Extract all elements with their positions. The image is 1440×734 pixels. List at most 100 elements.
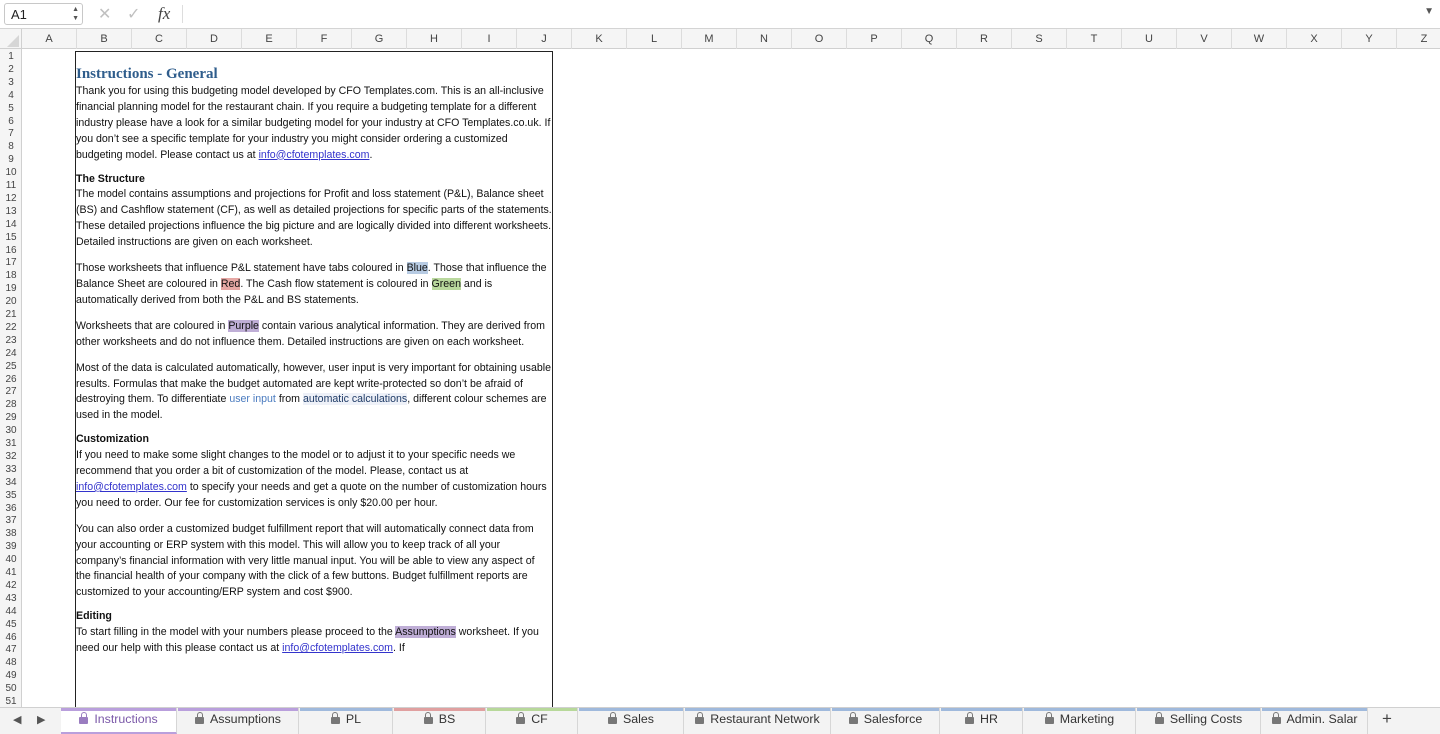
column-header-f[interactable]: F bbox=[297, 29, 352, 49]
row-header-44[interactable]: 44 bbox=[0, 605, 21, 618]
column-header-r[interactable]: R bbox=[957, 29, 1012, 49]
sheet-tab-assumptions[interactable]: Assumptions bbox=[178, 708, 299, 734]
row-header-46[interactable]: 46 bbox=[0, 631, 21, 644]
column-header-w[interactable]: W bbox=[1232, 29, 1287, 49]
row-header-7[interactable]: 7 bbox=[0, 127, 21, 140]
column-header-k[interactable]: K bbox=[572, 29, 627, 49]
expand-formula-icon[interactable]: ▼ bbox=[1424, 6, 1434, 17]
row-header-35[interactable]: 35 bbox=[0, 489, 21, 502]
column-header-a[interactable]: A bbox=[22, 29, 77, 49]
column-header-y[interactable]: Y bbox=[1342, 29, 1397, 49]
sheet-tab-bs[interactable]: BS bbox=[394, 708, 486, 734]
row-header-38[interactable]: 38 bbox=[0, 527, 21, 540]
row-header-29[interactable]: 29 bbox=[0, 411, 21, 424]
row-header-36[interactable]: 36 bbox=[0, 502, 21, 515]
column-header-u[interactable]: U bbox=[1122, 29, 1177, 49]
editing-email-link[interactable]: info@cfotemplates.com bbox=[282, 642, 393, 654]
column-header-s[interactable]: S bbox=[1012, 29, 1067, 49]
select-all-button[interactable] bbox=[0, 29, 22, 49]
row-header-3[interactable]: 3 bbox=[0, 76, 21, 89]
row-header-13[interactable]: 13 bbox=[0, 205, 21, 218]
row-header-43[interactable]: 43 bbox=[0, 592, 21, 605]
name-box[interactable]: A1 ▲ ▼ bbox=[4, 3, 83, 25]
row-header-27[interactable]: 27 bbox=[0, 385, 21, 398]
intro-email-link[interactable]: info@cfotemplates.com bbox=[259, 149, 370, 161]
row-header-11[interactable]: 11 bbox=[0, 179, 21, 192]
sheet-tab-pl[interactable]: PL bbox=[300, 708, 393, 734]
row-header-42[interactable]: 42 bbox=[0, 579, 21, 592]
row-header-28[interactable]: 28 bbox=[0, 398, 21, 411]
row-header-17[interactable]: 17 bbox=[0, 256, 21, 269]
confirm-icon[interactable]: ✓ bbox=[127, 4, 140, 24]
add-sheet-button[interactable]: + bbox=[1382, 709, 1392, 729]
column-header-m[interactable]: M bbox=[682, 29, 737, 49]
row-header-34[interactable]: 34 bbox=[0, 476, 21, 489]
row-header-40[interactable]: 40 bbox=[0, 553, 21, 566]
column-header-h[interactable]: H bbox=[407, 29, 462, 49]
sheet-tab-hr[interactable]: HR bbox=[941, 708, 1023, 734]
row-header-25[interactable]: 25 bbox=[0, 360, 21, 373]
row-header-1[interactable]: 1 bbox=[0, 50, 21, 63]
row-header-9[interactable]: 9 bbox=[0, 153, 21, 166]
column-header-o[interactable]: O bbox=[792, 29, 847, 49]
row-header-2[interactable]: 2 bbox=[0, 63, 21, 76]
row-header-23[interactable]: 23 bbox=[0, 334, 21, 347]
row-header-49[interactable]: 49 bbox=[0, 669, 21, 682]
column-header-q[interactable]: Q bbox=[902, 29, 957, 49]
column-header-v[interactable]: V bbox=[1177, 29, 1232, 49]
row-header-21[interactable]: 21 bbox=[0, 308, 21, 321]
row-header-22[interactable]: 22 bbox=[0, 321, 21, 334]
row-header-26[interactable]: 26 bbox=[0, 373, 21, 386]
column-header-j[interactable]: J bbox=[517, 29, 572, 49]
column-header-n[interactable]: N bbox=[737, 29, 792, 49]
row-header-41[interactable]: 41 bbox=[0, 566, 21, 579]
row-header-10[interactable]: 10 bbox=[0, 166, 21, 179]
row-header-47[interactable]: 47 bbox=[0, 643, 21, 656]
column-header-i[interactable]: I bbox=[462, 29, 517, 49]
function-icon[interactable]: fx bbox=[158, 4, 170, 24]
row-header-32[interactable]: 32 bbox=[0, 450, 21, 463]
row-header-30[interactable]: 30 bbox=[0, 424, 21, 437]
row-header-18[interactable]: 18 bbox=[0, 269, 21, 282]
sheet-tab-salesforce[interactable]: Salesforce bbox=[832, 708, 940, 734]
row-header-14[interactable]: 14 bbox=[0, 218, 21, 231]
sheet-tab-restaurant-network[interactable]: Restaurant Network bbox=[685, 708, 831, 734]
row-header-5[interactable]: 5 bbox=[0, 102, 21, 115]
sheet-tab-admin-salar[interactable]: Admin. Salar bbox=[1262, 708, 1368, 734]
row-header-45[interactable]: 45 bbox=[0, 618, 21, 631]
sheet-tab-selling-costs[interactable]: Selling Costs bbox=[1137, 708, 1261, 734]
row-header-51[interactable]: 51 bbox=[0, 695, 21, 707]
row-header-31[interactable]: 31 bbox=[0, 437, 21, 450]
column-header-z[interactable]: Z bbox=[1397, 29, 1440, 49]
row-header-50[interactable]: 50 bbox=[0, 682, 21, 695]
column-header-b[interactable]: B bbox=[77, 29, 132, 49]
row-header-6[interactable]: 6 bbox=[0, 115, 21, 128]
row-header-24[interactable]: 24 bbox=[0, 347, 21, 360]
column-header-c[interactable]: C bbox=[132, 29, 187, 49]
row-header-37[interactable]: 37 bbox=[0, 514, 21, 527]
row-header-39[interactable]: 39 bbox=[0, 540, 21, 553]
sheet-tab-cf[interactable]: CF bbox=[487, 708, 578, 734]
prev-sheet-icon[interactable]: ◀ bbox=[13, 713, 21, 726]
next-sheet-icon[interactable]: ▶ bbox=[37, 713, 45, 726]
row-header-20[interactable]: 20 bbox=[0, 295, 21, 308]
column-header-t[interactable]: T bbox=[1067, 29, 1122, 49]
row-header-8[interactable]: 8 bbox=[0, 140, 21, 153]
column-header-x[interactable]: X bbox=[1287, 29, 1342, 49]
row-header-16[interactable]: 16 bbox=[0, 244, 21, 257]
row-header-4[interactable]: 4 bbox=[0, 89, 21, 102]
column-header-g[interactable]: G bbox=[352, 29, 407, 49]
sheet-grid[interactable]: Instructions - General Thank you for usi… bbox=[22, 49, 1440, 707]
column-header-l[interactable]: L bbox=[627, 29, 682, 49]
row-header-12[interactable]: 12 bbox=[0, 192, 21, 205]
name-box-spinner-icon[interactable]: ▲ ▼ bbox=[72, 5, 79, 23]
row-header-33[interactable]: 33 bbox=[0, 463, 21, 476]
custom-email-link[interactable]: info@cfotemplates.com bbox=[76, 481, 187, 493]
row-header-48[interactable]: 48 bbox=[0, 656, 21, 669]
column-header-d[interactable]: D bbox=[187, 29, 242, 49]
column-header-p[interactable]: P bbox=[847, 29, 902, 49]
column-header-e[interactable]: E bbox=[242, 29, 297, 49]
row-header-19[interactable]: 19 bbox=[0, 282, 21, 295]
sheet-tab-sales[interactable]: Sales bbox=[579, 708, 684, 734]
cancel-icon[interactable]: ✕ bbox=[98, 4, 111, 24]
